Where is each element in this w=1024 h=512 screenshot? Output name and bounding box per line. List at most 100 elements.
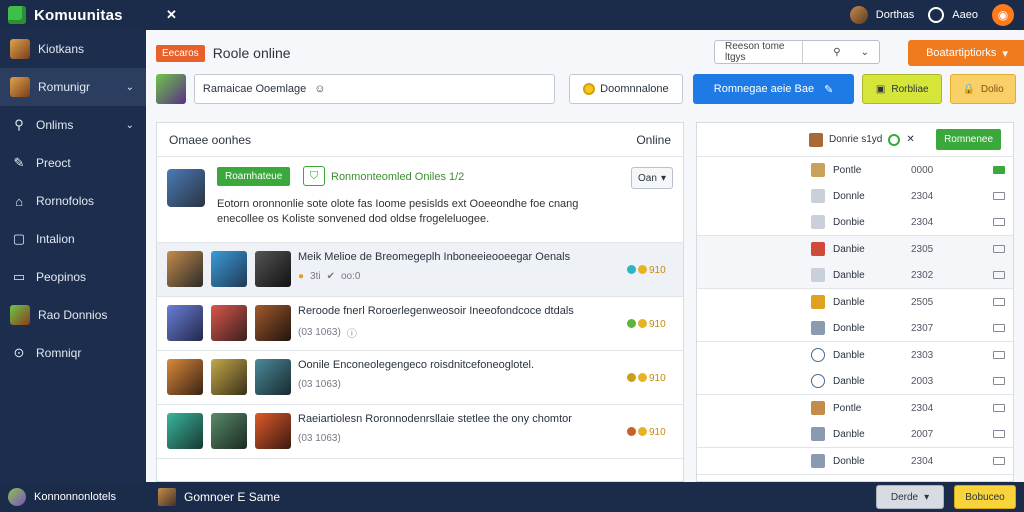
stats-action-button[interactable]: Romnenee bbox=[936, 129, 1001, 150]
gem-icon bbox=[638, 373, 647, 382]
stats-row[interactable]: Danble 2007 bbox=[697, 421, 1013, 447]
stat-value: 2007 bbox=[911, 428, 934, 440]
rank-icon bbox=[811, 268, 825, 282]
toggle-icon[interactable] bbox=[993, 218, 1005, 226]
toggle-icon[interactable] bbox=[993, 430, 1005, 438]
sidebar-item-peopinos[interactable]: ▭ Peopinos bbox=[0, 258, 146, 296]
thread-row[interactable]: Raeiartiolesn Roronnodenrsllaie stetlee … bbox=[157, 405, 683, 459]
main-content: Eecaros Roole online Reeson tome ltgys ⚲… bbox=[146, 30, 1024, 482]
game-thumb bbox=[167, 305, 203, 341]
app-logo[interactable]: Komuunitas bbox=[8, 6, 158, 24]
bottom-community[interactable]: Konnonnonlotels bbox=[0, 488, 146, 506]
thread-meta: 3ti bbox=[310, 271, 321, 282]
secondary-button[interactable]: ▣ Rorbliae bbox=[862, 74, 943, 104]
bottom-action-button[interactable]: Bobuceo bbox=[954, 485, 1016, 509]
gem-icon bbox=[638, 319, 647, 328]
action-label: Boatartiptiorks bbox=[926, 47, 997, 59]
toggle-icon[interactable] bbox=[993, 324, 1005, 332]
stats-row[interactable]: Danble 2302 bbox=[697, 262, 1013, 288]
stats-row[interactable]: Donnle 2304 bbox=[697, 183, 1013, 209]
toggle-icon[interactable] bbox=[993, 351, 1005, 359]
featured-post[interactable]: Roamhateue ⛉ Ronmonteomled Oniles 1/2 Eo… bbox=[157, 157, 683, 243]
toggle-icon[interactable] bbox=[993, 245, 1005, 253]
chevron-down-icon: ⌄ bbox=[125, 81, 134, 93]
sidebar-item-rao-donnios[interactable]: Rao Donnios bbox=[0, 296, 146, 334]
check-circle-icon bbox=[888, 133, 901, 146]
game-thumb bbox=[255, 251, 291, 287]
toggle-icon[interactable] bbox=[993, 377, 1005, 385]
stat-name: Danble bbox=[833, 428, 865, 440]
stat-name: Donnle bbox=[833, 190, 865, 202]
reward-gems: 910 bbox=[627, 427, 666, 438]
game-thumb[interactable] bbox=[156, 74, 186, 104]
rank-icon bbox=[811, 295, 825, 309]
sidebar-item-rornofolos[interactable]: ⌂ Rornofolos bbox=[0, 182, 146, 220]
stats-row[interactable]: Danbie 2305 bbox=[697, 236, 1013, 262]
stat-name: Pontle bbox=[833, 402, 862, 414]
title-input[interactable]: Ramaicae Ooemlage ☺ bbox=[193, 74, 556, 104]
stats-row[interactable]: Donble 2304 bbox=[697, 448, 1013, 474]
user-account[interactable]: Aaeo bbox=[928, 7, 978, 23]
avatar-thumb-icon bbox=[10, 77, 30, 97]
game-thumb bbox=[211, 305, 247, 341]
category-tag[interactable]: Eecaros bbox=[156, 44, 205, 62]
stats-row[interactable]: Danble 2505 bbox=[697, 289, 1013, 315]
close-icon[interactable]: ✕ bbox=[166, 7, 177, 23]
stats-row[interactable]: Donble 2307 bbox=[697, 315, 1013, 341]
toggle-icon[interactable] bbox=[993, 271, 1005, 279]
search-icon[interactable]: ⚲ bbox=[823, 47, 850, 58]
tertiary-button[interactable]: 🔒 Dolio bbox=[950, 74, 1016, 104]
thread-row[interactable]: Meik Melioe de Breomegeplh Inboneeieooee… bbox=[157, 243, 683, 297]
sidebar-item-romunigr[interactable]: Romunigr ⌄ bbox=[0, 68, 146, 106]
game-thumb bbox=[255, 413, 291, 449]
toggle-icon[interactable] bbox=[993, 457, 1005, 465]
post-dropdown[interactable]: Oan ▾ bbox=[631, 167, 673, 189]
toggle-icon[interactable] bbox=[993, 404, 1005, 412]
thread-meta-2: oo:0 bbox=[341, 271, 361, 282]
thread-title[interactable]: Meik Melioe de Breomegeplh Inboneeieooee… bbox=[298, 251, 638, 263]
toolbar: Ramaicae Ooemlage ☺ Doomnnalone Romnegae… bbox=[156, 72, 1016, 106]
bottom-dropdown-button[interactable]: Derde ▾ bbox=[876, 485, 944, 509]
thread-title[interactable]: Oonile Enconeolegengeco roisdnitcefoneog… bbox=[298, 359, 638, 371]
toggle-icon[interactable] bbox=[993, 192, 1005, 200]
bottom-game[interactable]: Gomnoer E Same bbox=[158, 488, 280, 506]
stats-row[interactable]: Pontle 2304 bbox=[697, 395, 1013, 421]
chevron-down-icon[interactable]: ⌄ bbox=[851, 47, 879, 58]
stats-label: Donrie s1yd bbox=[829, 134, 883, 145]
action-dropdown-button[interactable]: Boatartiptiorks ▾ bbox=[908, 40, 1024, 66]
stats-row[interactable]: Danble 2003 bbox=[697, 368, 1013, 394]
search-text: Reeson tome ltgys bbox=[725, 41, 785, 63]
avatar-thumb-icon bbox=[10, 39, 30, 59]
sidebar-item-kiotkans[interactable]: Kiotkans bbox=[0, 30, 146, 68]
thread-row[interactable]: Oonile Enconeolegengeco roisdnitcefoneog… bbox=[157, 351, 683, 405]
reward-gems: 910 bbox=[627, 373, 666, 384]
stats-row[interactable]: Donbie 2304 bbox=[697, 209, 1013, 235]
bottom-left-label: Konnonnonlotels bbox=[34, 491, 116, 503]
user-profile-dorthas[interactable]: Dorthas bbox=[849, 6, 914, 24]
emoji-icon[interactable]: ☺ bbox=[314, 83, 325, 95]
close-icon[interactable]: ✕ bbox=[906, 134, 914, 145]
stats-row[interactable]: Danble 2303 bbox=[697, 342, 1013, 368]
game-thumb bbox=[255, 305, 291, 341]
coin-button-label: Doomnnalone bbox=[600, 83, 669, 95]
coin-button[interactable]: Doomnnalone bbox=[569, 74, 683, 104]
stats-row[interactable]: Pontle 0000 bbox=[697, 157, 1013, 183]
toggle-icon[interactable] bbox=[993, 166, 1005, 174]
toggle-icon[interactable] bbox=[993, 298, 1005, 306]
sidebar-item-romniqr[interactable]: ⊙ Romniqr bbox=[0, 334, 146, 372]
stat-value: 2003 bbox=[911, 375, 934, 387]
thread-title[interactable]: Reroode fnerl Roroerlegenweosoir Ineeofo… bbox=[298, 305, 638, 317]
game-thumb bbox=[167, 251, 203, 287]
thread-title[interactable]: Raeiartiolesn Roronnodenrsllaie stetlee … bbox=[298, 413, 638, 425]
sidebar-item-intalion[interactable]: ▢ Intalion bbox=[0, 220, 146, 258]
thread-row[interactable]: Reroode fnerl Roroerlegenweosoir Ineeofo… bbox=[157, 297, 683, 351]
post-tag[interactable]: Roamhateue bbox=[217, 167, 291, 186]
sidebar-item-preoct[interactable]: ✎ Preoct bbox=[0, 144, 146, 182]
sidebar-item-onlims[interactable]: ⚲ Onlims ⌄ bbox=[0, 106, 146, 144]
rank-icon bbox=[811, 454, 825, 468]
search-bar[interactable]: Reeson tome ltgys ⚲ ⌄ bbox=[714, 40, 880, 64]
game-thumb bbox=[167, 413, 203, 449]
bell-icon[interactable]: ◉ bbox=[992, 4, 1014, 26]
primary-button[interactable]: Romnegae aeie Bae ✎ bbox=[692, 74, 855, 104]
post-title[interactable]: Ronmonteomled Oniles 1/2 bbox=[331, 171, 464, 183]
